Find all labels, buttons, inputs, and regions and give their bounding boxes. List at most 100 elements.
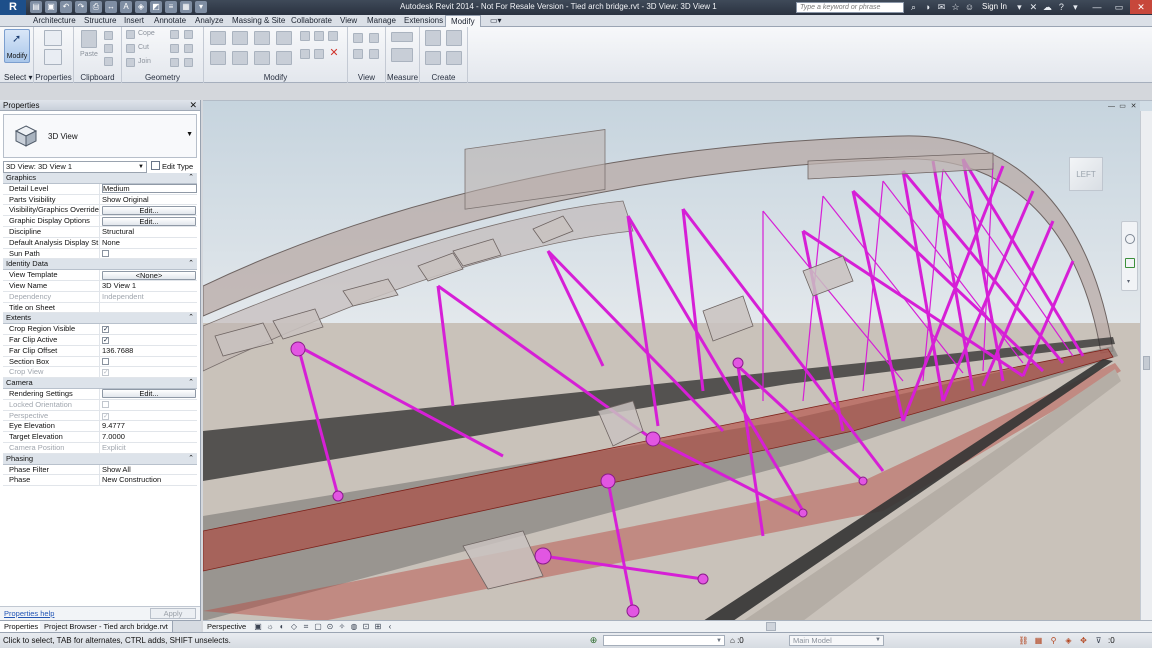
collapse-icon[interactable]: ⌃ xyxy=(188,378,194,388)
analytical-model-icon[interactable]: ⊡ xyxy=(361,622,371,631)
apply-button[interactable]: Apply xyxy=(150,608,196,619)
more-icon[interactable]: ‹ xyxy=(385,622,395,631)
restore-button[interactable]: ▭ xyxy=(1108,0,1130,14)
measure-between-icon[interactable] xyxy=(391,32,413,42)
tab-analyze[interactable]: Analyze xyxy=(195,16,223,25)
properties-help-link[interactable]: Properties help xyxy=(4,609,54,618)
paste-icon[interactable] xyxy=(81,30,97,48)
property-value[interactable]: None xyxy=(100,238,197,248)
split-gap-icon[interactable] xyxy=(314,31,324,41)
property-value[interactable]: Show Original xyxy=(100,195,197,205)
close-icon[interactable]: ✕ xyxy=(189,100,197,111)
tab-manage[interactable]: Manage xyxy=(367,16,396,25)
tab-collaborate[interactable]: Collaborate xyxy=(291,16,332,25)
edit-button[interactable]: <None> xyxy=(102,270,196,280)
modify-button[interactable]: ➚ Modify xyxy=(4,29,30,63)
chevron-down-icon[interactable]: ▾ xyxy=(1014,1,1025,13)
viewcube[interactable]: LEFT xyxy=(1069,157,1103,191)
property-group-phasing[interactable]: Phasing ⌃ xyxy=(3,453,197,465)
bridge-model-render[interactable] xyxy=(203,101,1140,620)
edit-button[interactable]: Edit... xyxy=(102,205,196,215)
linework-icon[interactable] xyxy=(353,49,363,59)
thin-lines-icon[interactable]: ≡ xyxy=(165,1,177,13)
exchange-apps-icon[interactable]: ✕ xyxy=(1028,1,1039,13)
checkbox[interactable]: ✓ xyxy=(102,336,109,344)
edit-button[interactable]: Edit... xyxy=(102,389,196,399)
minimize-button[interactable]: — xyxy=(1086,0,1108,14)
aligned-dimension-icon[interactable] xyxy=(391,48,413,62)
filter-funnel-icon[interactable]: ⊽ xyxy=(1093,635,1104,646)
hide-in-view-icon[interactable] xyxy=(353,33,363,43)
tab-properties[interactable]: Properties xyxy=(0,621,44,632)
property-checkbox[interactable] xyxy=(100,357,197,367)
steering-wheel-icon[interactable] xyxy=(1125,234,1135,244)
join-icon[interactable] xyxy=(126,58,135,67)
shadows-icon[interactable]: ◐ xyxy=(277,622,287,631)
tab-project-browser[interactable]: Project Browser - Tied arch bridge.rvt xyxy=(40,621,173,632)
tab-insert[interactable]: Insert xyxy=(124,16,144,25)
properties-icon[interactable] xyxy=(44,49,62,65)
select-pinned-icon[interactable]: ⚲ xyxy=(1048,635,1059,646)
property-checkbox[interactable]: ✓ xyxy=(100,335,197,345)
trim-extend-icon[interactable] xyxy=(276,51,292,65)
ribbon-minimize-toggle[interactable]: ▭▾ xyxy=(490,16,502,25)
minimize-view-button[interactable]: — xyxy=(1107,103,1116,111)
search-input[interactable]: Type a keyword or phrase xyxy=(796,2,904,13)
collapse-icon[interactable]: ⌃ xyxy=(188,173,194,183)
rotate-icon[interactable] xyxy=(254,51,270,65)
scrollbar-thumb[interactable] xyxy=(1143,356,1150,370)
split-face-icon[interactable] xyxy=(170,30,179,39)
tag-icon[interactable]: A xyxy=(120,1,132,13)
design-option-dropdown[interactable]: Main Model ▼ xyxy=(789,635,884,646)
match-type-icon[interactable] xyxy=(104,57,113,66)
create-similar-icon[interactable] xyxy=(446,51,462,65)
paint-icon[interactable] xyxy=(184,30,193,39)
copy-icon[interactable] xyxy=(104,44,113,53)
user-icon[interactable]: ☺ xyxy=(964,1,975,13)
property-group-identity-data[interactable]: Identity Data ⌃ xyxy=(3,259,197,271)
3d-viewport[interactable]: — ▭ ✕ LEFT ▾ xyxy=(203,100,1152,620)
mirror-axis-icon[interactable] xyxy=(254,31,270,45)
property-group-extents[interactable]: Extents ⌃ xyxy=(3,313,197,325)
property-edit-button[interactable]: Edit... xyxy=(100,205,197,215)
edit-button[interactable]: Edit... xyxy=(102,216,196,226)
print-icon[interactable]: ⎙ xyxy=(90,1,102,13)
save-icon[interactable]: ▣ xyxy=(45,1,57,13)
measure-icon[interactable]: ↔ xyxy=(105,1,117,13)
tab-architecture[interactable]: Architecture xyxy=(33,16,76,25)
cut-geometry-icon[interactable] xyxy=(126,44,135,53)
sign-in-button[interactable]: Sign In xyxy=(978,1,1011,13)
beam-join-icon[interactable] xyxy=(170,58,179,67)
section-icon[interactable]: ◩ xyxy=(150,1,162,13)
tab-structure[interactable]: Structure xyxy=(84,16,116,25)
align-icon[interactable] xyxy=(210,31,226,45)
select-by-face-icon[interactable]: ◈ xyxy=(1063,635,1074,646)
help-chevron-icon[interactable]: ▾ xyxy=(1070,1,1081,13)
cope-icon[interactable] xyxy=(126,30,135,39)
property-value-field[interactable]: Medium xyxy=(100,184,197,194)
remove-paint-icon[interactable] xyxy=(184,58,193,67)
view-filter-icon[interactable] xyxy=(369,49,379,59)
sun-path-icon[interactable]: ☼ xyxy=(265,622,275,631)
zoom-icon[interactable] xyxy=(1125,258,1135,268)
property-checkbox[interactable] xyxy=(100,249,197,259)
unlock-view-icon[interactable]: ⊙ xyxy=(325,622,335,631)
tab-extensions[interactable]: Extensions xyxy=(404,16,443,25)
offset-icon[interactable] xyxy=(232,31,248,45)
open-icon[interactable]: ▤ xyxy=(30,1,42,13)
property-edit-button[interactable]: Edit... xyxy=(100,389,197,399)
visual-style-icon[interactable]: ▣ xyxy=(253,622,263,631)
create-group-icon[interactable] xyxy=(425,51,441,65)
tab-modify[interactable]: Modify xyxy=(445,15,481,27)
demolish-icon[interactable] xyxy=(184,44,193,53)
crop-view-icon[interactable]: ⌗ xyxy=(301,622,311,631)
create-parts-icon[interactable] xyxy=(446,30,462,46)
select-links-icon[interactable]: ⛓ xyxy=(1018,635,1029,646)
wall-joins-icon[interactable] xyxy=(170,44,179,53)
crop-region-icon[interactable]: ▢ xyxy=(313,622,323,631)
tab-annotate[interactable]: Annotate xyxy=(154,16,186,25)
filter-icon[interactable]: ⌂ xyxy=(730,636,735,645)
array-icon[interactable] xyxy=(300,49,310,59)
instance-filter-dropdown[interactable]: 3D View: 3D View 1 ▼ xyxy=(3,161,147,173)
close-view-button[interactable]: ✕ xyxy=(1129,103,1138,111)
